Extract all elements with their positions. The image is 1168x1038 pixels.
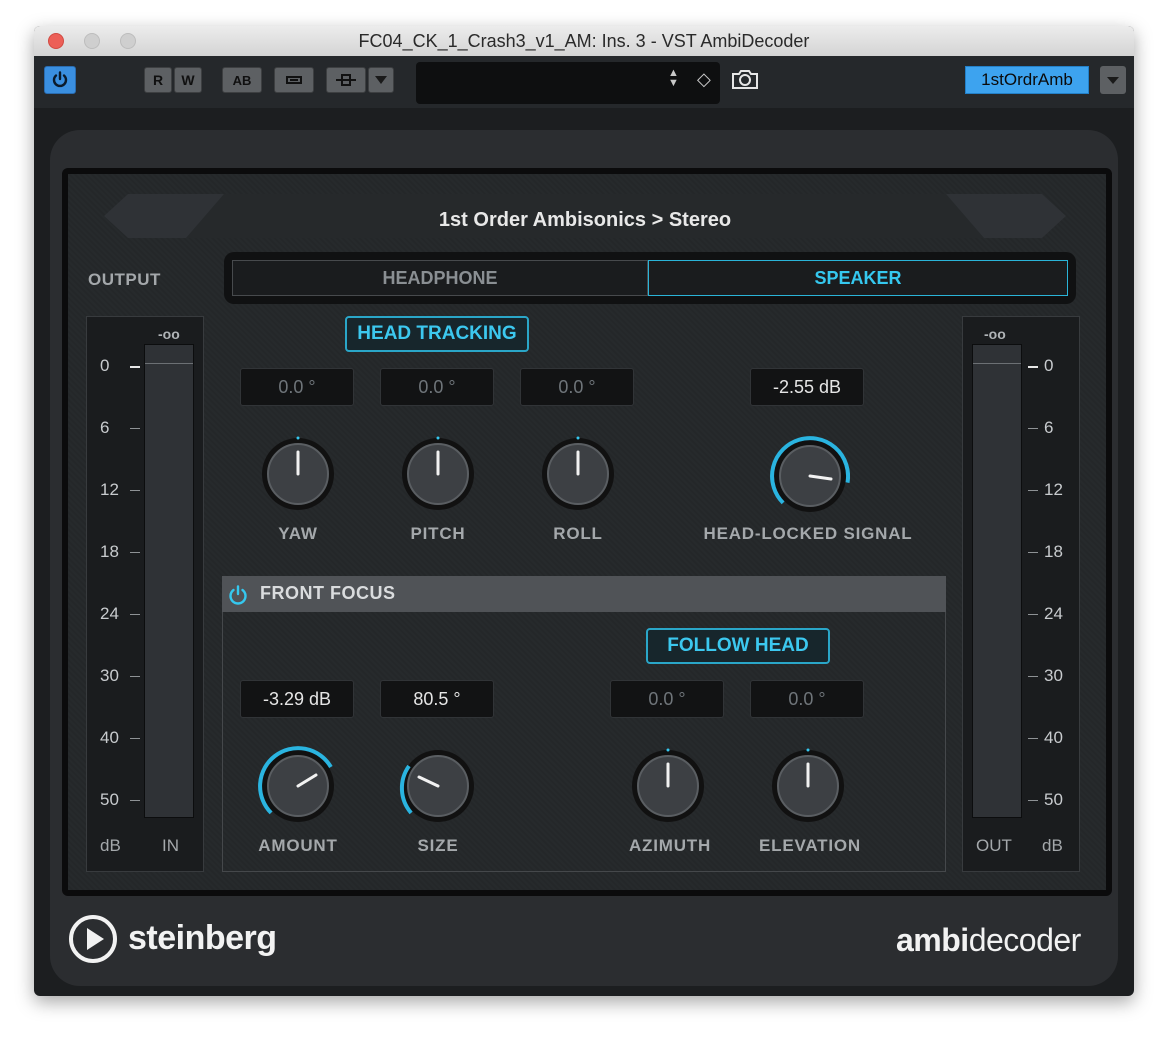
size-label: SIZE bbox=[417, 836, 459, 855]
bypass-icon bbox=[286, 76, 302, 84]
input-meter-unit: dB bbox=[100, 836, 121, 855]
input-scale-tick-label: 6 bbox=[100, 418, 110, 437]
elevation-value-field[interactable]: 0.0 ° bbox=[750, 680, 864, 718]
read-automation-button[interactable]: R bbox=[144, 67, 172, 93]
output-mode-selector: HEADPHONE SPEAKER bbox=[224, 252, 1076, 304]
input-scale-tick-label: 0 bbox=[100, 356, 110, 375]
roll-value-field[interactable]: 0.0 ° bbox=[520, 368, 634, 406]
routing-dropdown-button[interactable] bbox=[368, 67, 394, 93]
input-scale-tick-label: 50 bbox=[100, 790, 119, 809]
headphone-mode-button[interactable]: HEADPHONE bbox=[232, 260, 648, 296]
chevron-down-icon bbox=[375, 76, 387, 84]
output-scale-tick bbox=[1028, 738, 1038, 739]
input-scale-tick-label: 12 bbox=[100, 480, 119, 499]
title-bar: FC04_CK_1_Crash3_v1_AM: Ins. 3 - VST Amb… bbox=[34, 26, 1134, 57]
head-locked-value-field[interactable]: -2.55 dB bbox=[750, 368, 864, 406]
output-scale-tick bbox=[1028, 428, 1038, 429]
output-scale-tick bbox=[1028, 676, 1038, 677]
preset-up-down-icon[interactable]: ▲ ▼ bbox=[668, 68, 679, 89]
routing-button[interactable] bbox=[326, 67, 366, 93]
input-scale-tick-label: 30 bbox=[100, 666, 119, 685]
input-scale-tick bbox=[130, 366, 140, 368]
output-scale-tick bbox=[1028, 490, 1038, 491]
routing-icon bbox=[336, 74, 356, 86]
input-scale-tick-label: 18 bbox=[100, 542, 119, 561]
output-label: OUTPUT bbox=[88, 270, 161, 289]
camera-icon[interactable] bbox=[730, 68, 760, 90]
front-focus-power-icon[interactable] bbox=[227, 584, 249, 606]
output-scale-tick-label: 50 bbox=[1044, 790, 1063, 809]
preset-name-badge[interactable]: 1stOrdrAmb bbox=[965, 66, 1089, 94]
input-scale-tick bbox=[130, 738, 140, 739]
roll-label: ROLL bbox=[553, 524, 603, 543]
head-locked-signal-knob[interactable] bbox=[770, 436, 850, 516]
roll-knob[interactable] bbox=[540, 436, 616, 512]
input-peak-readout[interactable]: -oo bbox=[158, 326, 180, 342]
output-scale-tick bbox=[1028, 552, 1038, 553]
chevron-down-icon bbox=[1107, 77, 1119, 84]
input-scale-tick-label: 24 bbox=[100, 604, 119, 623]
input-scale-tick bbox=[130, 676, 140, 677]
pitch-knob[interactable] bbox=[400, 436, 476, 512]
preset-dropdown-button[interactable] bbox=[1100, 66, 1126, 94]
output-scale-tick-label: 30 bbox=[1044, 666, 1063, 685]
output-meter-name: OUT bbox=[976, 836, 1012, 855]
preset-diamond-icon[interactable]: ◇ bbox=[697, 69, 711, 90]
steinberg-brand: steinberg bbox=[128, 919, 277, 957]
product-name: ambidecoder bbox=[896, 922, 1081, 959]
front-focus-title: FRONT FOCUS bbox=[260, 583, 396, 603]
output-scale-tick-label: 40 bbox=[1044, 728, 1063, 747]
output-scale-tick-label: 12 bbox=[1044, 480, 1063, 499]
speaker-mode-button[interactable]: SPEAKER bbox=[648, 260, 1068, 296]
azimuth-knob[interactable] bbox=[630, 748, 706, 824]
input-meter-zero-line bbox=[145, 363, 193, 364]
power-icon bbox=[52, 71, 68, 88]
yaw-knob[interactable] bbox=[260, 436, 336, 512]
amount-knob[interactable] bbox=[258, 746, 338, 826]
output-meter-zero-line bbox=[973, 363, 1021, 364]
input-scale-tick bbox=[130, 552, 140, 553]
pitch-value-field[interactable]: 0.0 ° bbox=[380, 368, 494, 406]
input-meter-name: IN bbox=[162, 836, 179, 855]
head-tracking-button[interactable]: HEAD TRACKING bbox=[345, 316, 529, 352]
yaw-value-field[interactable]: 0.0 ° bbox=[240, 368, 354, 406]
output-scale-tick-label: 18 bbox=[1044, 542, 1063, 561]
size-value-field[interactable]: 80.5 ° bbox=[380, 680, 494, 718]
head-locked-signal-label: HEAD-LOCKED SIGNAL bbox=[703, 524, 913, 543]
input-scale-tick bbox=[130, 800, 140, 801]
output-scale-tick-label: 0 bbox=[1044, 356, 1054, 375]
input-scale-tick bbox=[130, 428, 140, 429]
output-scale-tick-label: 24 bbox=[1044, 604, 1063, 623]
output-meter-bar bbox=[972, 344, 1022, 818]
input-scale-tick-label: 40 bbox=[100, 728, 119, 747]
follow-head-button[interactable]: FOLLOW HEAD bbox=[646, 628, 830, 664]
input-scale-tick bbox=[130, 614, 140, 615]
input-meter-bar bbox=[144, 344, 194, 818]
output-scale-tick bbox=[1028, 366, 1038, 368]
bypass-toggle-button[interactable] bbox=[274, 67, 314, 93]
format-title: 1st Order Ambisonics > Stereo bbox=[438, 209, 732, 231]
output-scale-tick-label: 6 bbox=[1044, 418, 1054, 437]
azimuth-value-field[interactable]: 0.0 ° bbox=[610, 680, 724, 718]
window-title: FC04_CK_1_Crash3_v1_AM: Ins. 3 - VST Amb… bbox=[358, 31, 810, 51]
ab-compare-button[interactable]: AB bbox=[222, 67, 262, 93]
elevation-knob[interactable] bbox=[770, 748, 846, 824]
front-focus-section bbox=[222, 576, 946, 872]
plugin-window: FC04_CK_1_Crash3_v1_AM: Ins. 3 - VST Amb… bbox=[34, 26, 1134, 996]
input-scale-tick bbox=[130, 490, 140, 491]
product-name-bold: ambi bbox=[896, 922, 969, 958]
product-name-light: decoder bbox=[968, 922, 1082, 958]
size-knob[interactable] bbox=[398, 746, 478, 826]
steinberg-logo-icon bbox=[69, 915, 117, 963]
plugin-power-button[interactable] bbox=[44, 66, 76, 94]
amount-value-field[interactable]: -3.29 dB bbox=[240, 680, 354, 718]
plugin-toolbar: R W AB ▲ ▼ ◇ 1stOrdrAmb bbox=[34, 56, 1134, 108]
output-scale-tick bbox=[1028, 800, 1038, 801]
output-peak-readout[interactable]: -oo bbox=[984, 326, 1006, 342]
output-meter-unit: dB bbox=[1042, 836, 1063, 855]
elevation-label: ELEVATION bbox=[759, 836, 861, 855]
output-scale-tick bbox=[1028, 614, 1038, 615]
write-automation-button[interactable]: W bbox=[174, 67, 202, 93]
